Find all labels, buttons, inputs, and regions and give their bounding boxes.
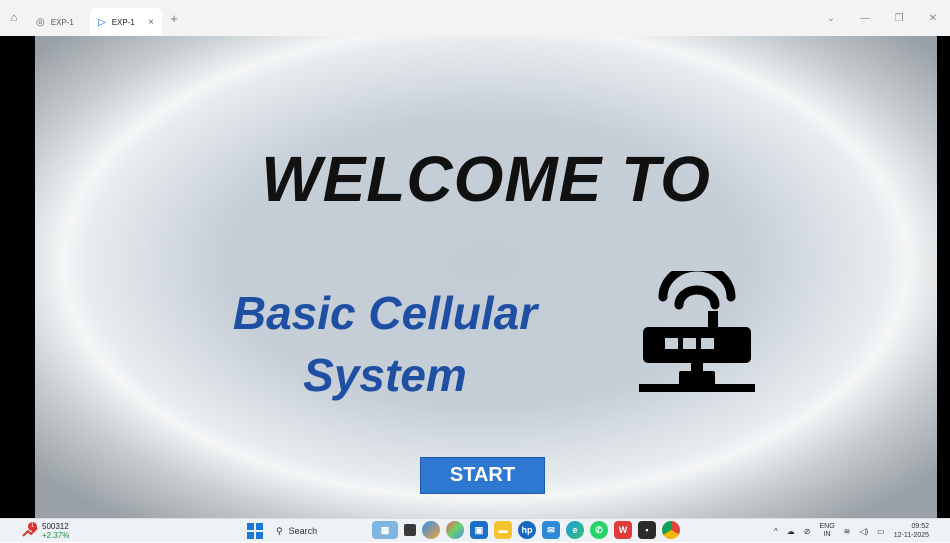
explorer-icon[interactable]: ▬ bbox=[494, 521, 512, 539]
minimize-button[interactable]: — bbox=[848, 0, 882, 36]
start-button[interactable]: START bbox=[420, 457, 545, 494]
search-icon: ⚲ bbox=[276, 525, 283, 536]
mute-icon[interactable]: ⊘ bbox=[804, 527, 811, 536]
system-tray: ^ ☁ ⊘ ENG IN ≋ ◁) ▭ 09:52 12-11-2025 bbox=[774, 521, 929, 541]
wifi-router-icon bbox=[639, 271, 755, 392]
alert-badge: 1 bbox=[28, 522, 37, 531]
taskbar-search[interactable]: ⚲ Search bbox=[272, 521, 364, 541]
battery-icon[interactable]: ▭ bbox=[877, 527, 885, 536]
presentation-viewer: WELCOME TO Basic Cellular System START bbox=[0, 36, 950, 518]
window-controls: ⌄ — ❐ ✕ bbox=[814, 0, 950, 36]
subtitle-line-1: Basic Cellular bbox=[232, 287, 538, 339]
stock-info: 500312 +2.37% bbox=[42, 522, 69, 540]
slide-subtitle: Basic Cellular System bbox=[185, 282, 585, 406]
whatsapp-icon[interactable]: ✆ bbox=[590, 521, 608, 539]
wps-icon[interactable]: W bbox=[614, 521, 632, 539]
play-icon: ▷ bbox=[98, 16, 106, 28]
browser-titlebar: ⌂ ◎ EXP-1 ▷ EXP-1 × + ⌄ — ❐ ✕ bbox=[0, 0, 950, 36]
outlook-icon[interactable]: ✉ bbox=[542, 521, 560, 539]
restore-button[interactable]: ❐ bbox=[882, 0, 916, 36]
stock-widget[interactable]: 1 500312 +2.37% bbox=[22, 522, 69, 540]
office-icon[interactable]: ▪ bbox=[638, 521, 656, 539]
wifi-icon[interactable]: ≋ bbox=[844, 527, 851, 536]
files-icon[interactable]: ▦ bbox=[372, 521, 398, 539]
chevron-up-icon[interactable]: ^ bbox=[774, 527, 778, 536]
close-tab-icon[interactable]: × bbox=[148, 17, 154, 28]
lang-code: ENG bbox=[819, 523, 835, 530]
edge-icon[interactable]: e bbox=[566, 521, 584, 539]
tab-exp-1-active[interactable]: ▷ EXP-1 × bbox=[90, 8, 162, 36]
store-icon[interactable]: ▣ bbox=[470, 521, 488, 539]
chrome-icon[interactable] bbox=[662, 521, 680, 539]
home-icon[interactable]: ⌂ bbox=[0, 0, 28, 36]
clock-date: 12-11-2025 bbox=[893, 532, 930, 539]
taskbar-apps: ▦ ▣ ▬ hp ✉ e ✆ W ▪ bbox=[372, 521, 680, 539]
welcome-title: WELCOME TO bbox=[261, 143, 711, 215]
new-tab-button[interactable]: + bbox=[162, 0, 186, 36]
cloud-icon[interactable]: ☁ bbox=[787, 527, 795, 536]
language-indicator[interactable]: ENG IN bbox=[819, 523, 834, 539]
stock-symbol: 500312 bbox=[42, 522, 69, 531]
hp-icon[interactable]: hp bbox=[518, 521, 536, 539]
taskbar: 1 500312 +2.37% ⚲ Search ▦ ▣ ▬ hp ✉ e ✆ … bbox=[0, 518, 950, 542]
lang-region: IN bbox=[823, 531, 831, 538]
slide-canvas: WELCOME TO Basic Cellular System START bbox=[35, 36, 937, 518]
taskview-icon[interactable] bbox=[404, 524, 416, 536]
subtitle-line-2: System bbox=[303, 349, 467, 401]
tab-label: EXP-1 bbox=[111, 17, 135, 27]
copilot-icon[interactable] bbox=[422, 521, 440, 539]
search-label: Search bbox=[288, 526, 318, 536]
clock[interactable]: 09:52 12-11-2025 bbox=[894, 522, 929, 540]
tab-favicon-icon: ◎ bbox=[36, 16, 45, 28]
tab-exp-1-inactive[interactable]: ◎ EXP-1 bbox=[28, 8, 90, 36]
clock-time: 09:52 bbox=[911, 523, 930, 530]
close-window-button[interactable]: ✕ bbox=[916, 0, 950, 36]
tab-label: EXP-1 bbox=[50, 17, 74, 27]
chevron-down-icon[interactable]: ⌄ bbox=[814, 0, 848, 36]
stock-change: +2.37% bbox=[42, 531, 70, 540]
pinwheel-icon[interactable] bbox=[446, 521, 464, 539]
stock-chart-icon: 1 bbox=[22, 522, 38, 538]
windows-start-icon[interactable] bbox=[247, 523, 263, 539]
volume-icon[interactable]: ◁) bbox=[859, 527, 868, 536]
